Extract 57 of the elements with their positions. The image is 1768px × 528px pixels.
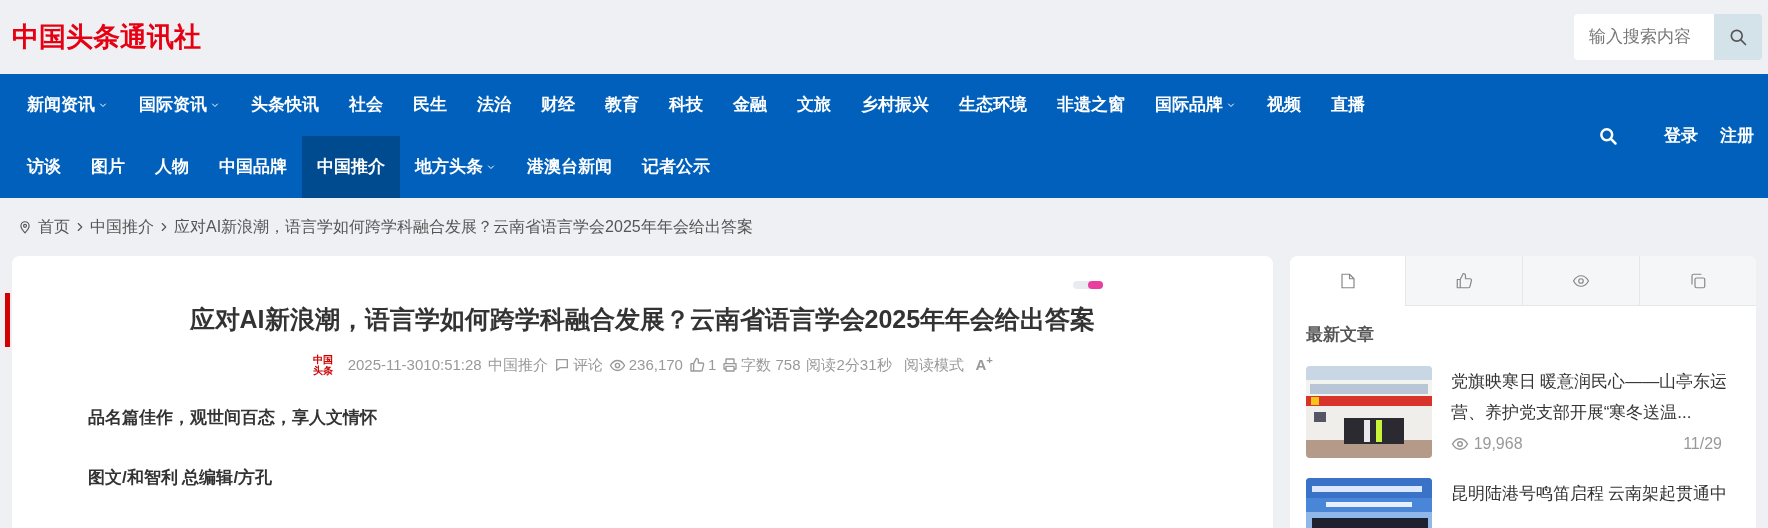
article-date: 11/29 (1683, 433, 1722, 454)
nav-item[interactable]: 非遗之窗 (1042, 74, 1140, 136)
nav-item[interactable]: 社会 (334, 74, 398, 136)
nav-item[interactable]: 港澳台新闻 (512, 136, 627, 198)
section-title: 最新文章 (1304, 324, 1375, 346)
like-count: 1 (707, 355, 717, 375)
nav-item[interactable]: 国际资讯 (124, 74, 236, 136)
nav-item[interactable]: 头条快讯 (236, 74, 334, 136)
nav-item[interactable]: 法治 (462, 74, 526, 136)
document-icon (1338, 272, 1357, 290)
nav-item[interactable]: 直播 (1316, 74, 1380, 136)
article-paragraph: 品名篇佳作，观世间百态，享人文情怀 (87, 406, 378, 429)
nav-item[interactable]: 乡村振兴 (846, 74, 944, 136)
nav-item[interactable]: 记者公示 (627, 136, 725, 198)
nav-item[interactable]: 图片 (76, 136, 140, 198)
nav-item[interactable]: 新闻资讯 (12, 74, 124, 136)
login-link[interactable]: 登录 (1664, 123, 1698, 149)
printer-icon[interactable] (722, 357, 739, 374)
title-accent-bar (5, 293, 10, 347)
nav-item[interactable]: 文旅 (782, 74, 846, 136)
nav-item[interactable]: 科技 (654, 74, 718, 136)
publish-date: 2025-11-3010:51:28 (347, 355, 482, 375)
nav-item[interactable]: 中国品牌 (204, 136, 302, 198)
nav-item[interactable]: 民生 (398, 74, 462, 136)
breadcrumb-link[interactable]: 应对AI新浪潮，语言学如何跨学科融合发展？云南省语言学会2025年年会给出答案 (174, 215, 753, 239)
word-count: 字数 758 (741, 355, 801, 375)
nav-item[interactable]: 人物 (140, 136, 204, 198)
search-icon[interactable] (1598, 126, 1618, 146)
comment-icon (553, 357, 570, 374)
article-title: 应对AI新浪潮，语言学如何跨学科融合发展？云南省语言学会2025年年会给出答案 (188, 304, 1097, 335)
article-link[interactable]: 党旗映寒日 暖意润民心——山亭东运营、养护党支部开展“寒冬送温... (1450, 365, 1740, 428)
location-pin-icon (18, 220, 32, 234)
copy-icon (1689, 271, 1708, 290)
search-button[interactable] (1714, 14, 1762, 60)
nav-item[interactable]: 中国推介 (302, 136, 400, 198)
register-link[interactable]: 注册 (1720, 123, 1754, 149)
article-paragraph: 图文/和智利 总编辑/方孔 (87, 467, 274, 489)
article-link[interactable]: 昆明陆港号鸣笛启程 云南架起贯通中 (1450, 477, 1740, 509)
nav-item[interactable]: 教育 (590, 74, 654, 136)
search-icon (1728, 27, 1748, 47)
thumbs-up-icon[interactable] (688, 357, 705, 374)
read-time: 阅读2分31秒 (806, 355, 892, 375)
nav-item[interactable]: 金融 (718, 74, 782, 136)
breadcrumb-link[interactable]: 首页 (38, 215, 70, 239)
author-logo: 中国头条 (311, 354, 334, 377)
site-logo[interactable]: 中国头条通讯社 (12, 16, 201, 58)
nav-item[interactable]: 访谈 (12, 136, 76, 198)
thumbs-up-icon (1455, 271, 1474, 290)
breadcrumb-link[interactable]: 中国推介 (90, 215, 154, 239)
nav-item[interactable]: 国际品牌 (1140, 74, 1252, 136)
nav-item[interactable]: 生态环境 (944, 74, 1042, 136)
nav-item[interactable]: 视频 (1252, 74, 1316, 136)
nav-item[interactable]: 财经 (526, 74, 590, 136)
view-count: 19,968 (1473, 433, 1523, 454)
view-count: 236,170 (628, 355, 683, 375)
search-field[interactable]: 输入搜索内容 (1574, 14, 1714, 60)
nav-item[interactable]: 地方头条 (400, 136, 512, 198)
